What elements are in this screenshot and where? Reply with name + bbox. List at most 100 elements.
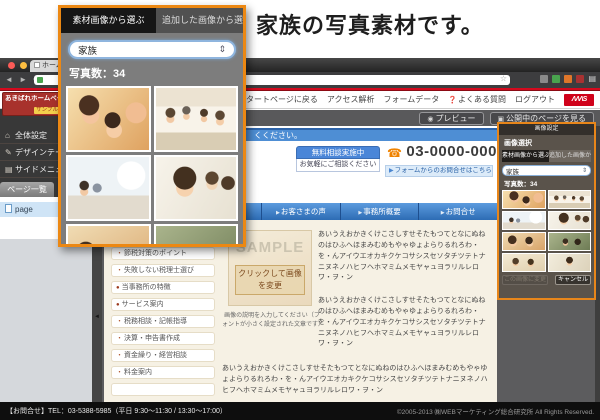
family-photo — [503, 212, 545, 229]
nav-access-analytics[interactable]: アクセス解析 — [327, 94, 375, 105]
photo-count-label: 写真数：34 — [69, 65, 243, 81]
arrow-icon: ▶ — [276, 210, 280, 216]
extension-icons: ▤ — [540, 75, 596, 83]
image-picker-popup: 素材画像から選ぶ 追加した画像から選ぶ 家族 ⇕ 写真数：34 — [58, 5, 246, 247]
family-photo — [549, 254, 591, 271]
extension-icon[interactable] — [540, 75, 548, 83]
family-photo-living-room — [68, 157, 149, 219]
panel-tabs: 素材画像から選ぶ 追加した画像から選ぶ — [502, 150, 591, 162]
image-caption: 画像の説明を入力してください（フォントが小さく設定された文章です） — [222, 312, 322, 329]
arrow-icon: ▶ — [389, 168, 394, 174]
close-window-icon[interactable] — [8, 62, 15, 69]
extension-icon[interactable] — [552, 75, 560, 83]
menu-settlement[interactable]: 決算・申告書作成 — [111, 332, 215, 345]
preview-button[interactable]: ◉プレビュー — [419, 112, 483, 125]
annotation-heading: 家族の写真素材です。 — [256, 8, 484, 40]
photo-thumbnail[interactable] — [66, 86, 151, 152]
change-image-button-disabled[interactable]: この画像に変更 — [502, 275, 548, 285]
photo-thumbnail[interactable] — [154, 86, 239, 152]
image-settings-panel: 画像設定 画像選択 素材画像から選ぶ 追加した画像から選ぶ 家族 ⇕ 写真数：3… — [497, 122, 596, 300]
phone-number-text: 03-0000-0000 — [406, 143, 497, 160]
photo-thumbnail[interactable] — [502, 253, 546, 272]
popup-photo-grid — [66, 86, 238, 247]
collapse-arrow-icon[interactable]: ◄ — [94, 314, 100, 320]
family-photo — [549, 212, 591, 229]
family-photo-girl-closeup — [156, 157, 237, 219]
panel-title: 画像設定 — [499, 124, 594, 135]
consult-badge: 無料相談実施中 お気軽にご相談ください — [296, 146, 380, 172]
photo-thumbnail[interactable] — [548, 253, 592, 272]
photo-thumbnail[interactable] — [548, 232, 592, 251]
tab-uploaded-images[interactable]: 追加した画像から選ぶ — [156, 8, 243, 33]
tab-favicon — [34, 62, 40, 68]
photo-thumbnail[interactable] — [548, 190, 592, 209]
browser-menu-icon[interactable]: ▤ — [588, 75, 596, 83]
panel-section-label: 画像選択 — [504, 138, 594, 148]
photo-thumbnail[interactable] — [154, 155, 239, 221]
cancel-button[interactable]: キャンセル — [555, 275, 591, 285]
nav-form-data[interactable]: フォームデータ — [384, 94, 440, 105]
menu-office-features[interactable]: 当事務所の特徴 — [111, 281, 215, 294]
sidebar-filler — [0, 239, 92, 414]
category-select[interactable]: 家族 ⇕ — [502, 165, 591, 176]
page-icon — [5, 204, 12, 213]
home-icon: ⌂ — [5, 127, 15, 144]
stepper-icon: ⇕ — [218, 44, 226, 55]
popup-tabs: 素材画像から選ぶ 追加した画像から選ぶ — [61, 8, 243, 33]
panel-photo-grid — [502, 190, 591, 272]
phone-number: ☎ 03-0000-0000 — [387, 143, 497, 161]
photo-thumbnail[interactable] — [66, 155, 151, 221]
family-photo — [549, 191, 591, 208]
eye-icon: ◉ — [427, 116, 433, 123]
change-image-overlay[interactable]: クリックして画像を変更 — [235, 265, 305, 295]
nav-faq[interactable]: ❓よくある質問 — [448, 94, 506, 105]
menu-empty-row — [111, 383, 215, 396]
sample-badge: サンプル — [34, 107, 60, 114]
menu-tax-consult[interactable]: 税務相談・記帳指導 — [111, 315, 215, 328]
screenshot-canvas: 家族の写真素材です。 ホーム ◄ ► ⟳ ☆ ▤ ⌂スタートページに戻る アクセ… — [0, 0, 600, 420]
consult-badge-sub: お気軽にご相談ください — [296, 159, 380, 172]
brand-logo: ΛΛΛS — [564, 94, 594, 106]
preview-nav-overview[interactable]: ▶事務所概要 — [340, 203, 419, 220]
tab-stock-images-active[interactable]: 素材画像から選ぶ — [61, 8, 156, 33]
status-footer: 【お問合せ】TEL：03-5388-5985（平日 9:30～11:30 / 1… — [0, 402, 600, 420]
placeholder-paragraph: あいうえおかきくけこさしすせそたもつてとなにぬねのはひふへほまみむめもやゃゆょよ… — [318, 296, 492, 354]
list-icon: ▤ — [5, 161, 15, 178]
menu-choose-accountant[interactable]: 失敗しない税理士選び — [111, 264, 215, 277]
tab-page-list[interactable]: ページ一覧 — [0, 182, 54, 197]
category-select-value: 家族 — [78, 43, 97, 57]
stepper-icon: ⇕ — [582, 167, 587, 174]
footer-contact: 【お問合せ】TEL：03-5388-5985（平日 9:30～11:30 / 1… — [6, 406, 227, 416]
nav-logout[interactable]: ログアウト — [515, 94, 555, 105]
tab-stock-images[interactable]: 素材画像から選ぶ — [502, 150, 549, 162]
category-select-value: 家族 — [506, 166, 519, 176]
preview-content: お役立ち情報 節税対策のポイント 失敗しない税理士選び 当事務所の特徴 サービス… — [104, 220, 497, 402]
menu-tax-saving[interactable]: 節税対策のポイント — [111, 247, 215, 260]
photo-thumbnail[interactable] — [548, 211, 592, 230]
consult-badge-title: 無料相談実施中 — [296, 146, 380, 159]
menu-pricing[interactable]: 料金案内 — [111, 366, 215, 379]
extension-icon[interactable] — [576, 75, 584, 83]
preview-nav-voices[interactable]: ▶お客さまの声 — [261, 203, 340, 220]
menu-service-guide[interactable]: サービス案内 — [111, 298, 215, 311]
form-inquiry-link[interactable]: ▶フォームからのお問合せはこちら — [385, 165, 493, 177]
photo-thumbnail[interactable] — [502, 232, 546, 251]
footer-copyright: ©2005-2013 ㈱WEBマーケティング総合研究所 All Rights R… — [397, 406, 594, 416]
photo-thumbnail[interactable] — [154, 224, 239, 247]
family-photo-sofa — [156, 88, 237, 150]
photo-thumbnail[interactable] — [66, 224, 151, 247]
bookmark-star-icon[interactable]: ☆ — [500, 74, 507, 83]
photo-thumbnail[interactable] — [502, 190, 546, 209]
tab-uploaded-images[interactable]: 追加した画像から選ぶ — [549, 150, 591, 162]
minimize-window-icon[interactable] — [20, 62, 27, 69]
site-favicon — [37, 77, 43, 83]
question-icon: ❓ — [448, 97, 457, 104]
menu-financing[interactable]: 資金繰り・経営相談 — [111, 349, 215, 362]
phone-icon: ☎ — [387, 146, 402, 160]
extension-icon[interactable] — [564, 75, 572, 83]
app-logo: あきばれホームページ サンプル — [2, 92, 62, 116]
category-select[interactable]: 家族 ⇕ — [68, 40, 236, 59]
photo-thumbnail[interactable] — [502, 211, 546, 230]
preview-nav-contact[interactable]: ▶お問合せ — [418, 203, 497, 220]
family-photo — [503, 233, 545, 250]
